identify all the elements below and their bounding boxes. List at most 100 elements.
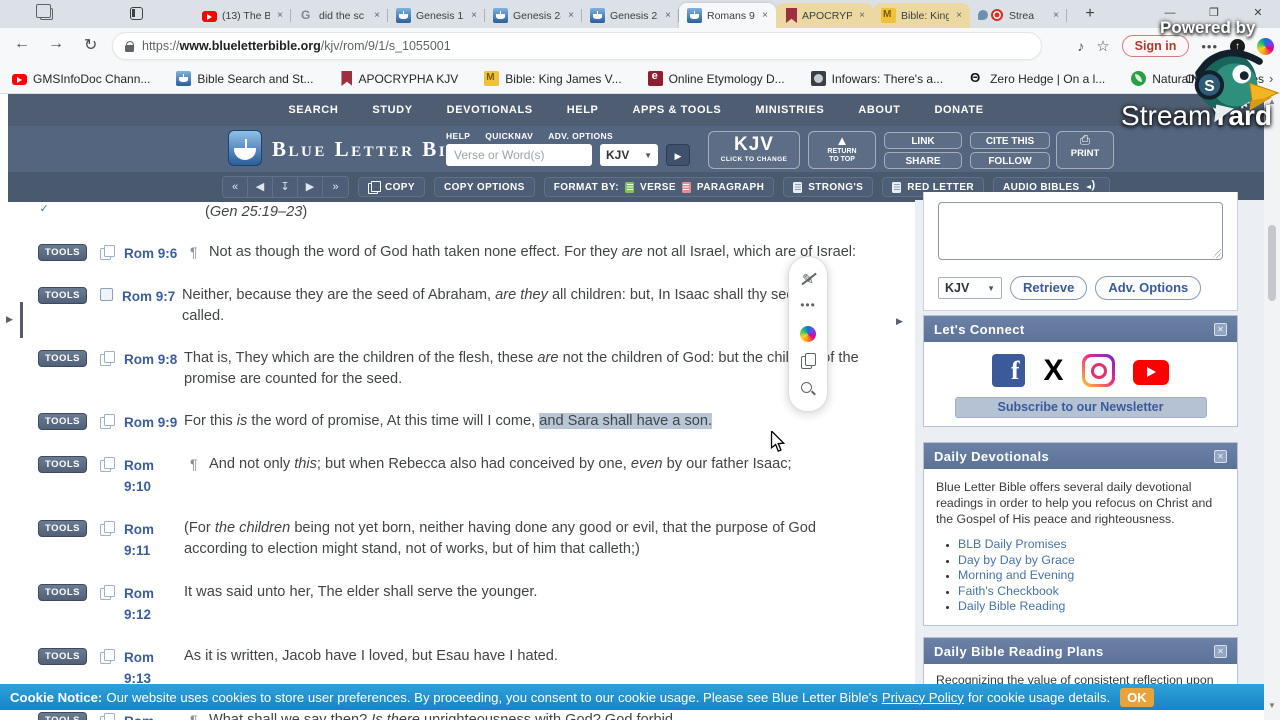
site-nav-item[interactable]: HELP xyxy=(567,104,599,116)
browser-tab[interactable]: Romans 9 xyxy=(679,3,776,28)
tools-button[interactable]: TOOLS xyxy=(38,648,87,665)
copy-verse-icon[interactable] xyxy=(100,585,115,600)
copilot-icon[interactable] xyxy=(1257,37,1274,55)
lock-icon[interactable] xyxy=(125,40,134,52)
forward-icon[interactable]: → xyxy=(48,35,64,53)
devotional-link[interactable]: BLB Daily Promises xyxy=(958,537,1225,553)
strongs-toggle[interactable]: STRONG'S xyxy=(783,177,874,197)
format-verse-button[interactable]: VERSE xyxy=(640,182,676,193)
verse-reference[interactable]: Rom 9:13 xyxy=(124,647,184,689)
devotional-link[interactable]: Day by Day by Grace xyxy=(958,553,1225,569)
browser-tab[interactable]: (13) The B xyxy=(194,3,291,28)
site-nav-item[interactable]: DONATE xyxy=(934,104,983,116)
adv-options-button[interactable]: Adv. Options xyxy=(1095,276,1202,300)
link-button[interactable]: LINK xyxy=(884,132,962,149)
tab-close-icon[interactable] xyxy=(469,10,479,21)
url-field[interactable]: https://www.blueletterbible.org/kjv/rom/… xyxy=(112,32,1042,60)
copy-verse-icon[interactable] xyxy=(100,457,115,472)
follow-button[interactable]: FOLLOW xyxy=(970,152,1050,169)
devotional-link[interactable]: Faith's Checkbook xyxy=(958,584,1225,600)
cite-this-button[interactable]: CITE THIS xyxy=(970,132,1050,149)
bookmark-item[interactable]: GMSInfoDoc Chann... xyxy=(12,72,150,86)
panel-close-icon[interactable]: ✕ xyxy=(1214,322,1227,336)
site-nav-item[interactable]: ABOUT xyxy=(858,104,900,116)
tab-close-icon[interactable] xyxy=(954,10,964,21)
browser-tab[interactable]: Bible: King xyxy=(873,3,970,28)
share-button[interactable]: SHARE xyxy=(884,152,962,169)
verse-reference[interactable]: Rom 9:7 xyxy=(122,286,182,307)
minimize-button[interactable]: — xyxy=(1148,0,1192,26)
tools-button[interactable]: TOOLS xyxy=(38,350,87,367)
verse-nav-button[interactable]: ↧ xyxy=(273,177,298,197)
scroll-down-icon[interactable]: ▼ xyxy=(1264,698,1280,713)
subscribe-newsletter-button[interactable]: Subscribe to our Newsletter xyxy=(954,397,1207,418)
bookmarks-overflow-icon[interactable]: › xyxy=(1269,71,1273,86)
back-icon[interactable]: ← xyxy=(14,35,30,53)
tab-close-icon[interactable] xyxy=(1051,10,1061,21)
scroll-up-icon[interactable]: ▲ xyxy=(1264,94,1280,109)
verse-nav-button[interactable]: » xyxy=(323,177,348,197)
copy-verse-icon[interactable] xyxy=(100,245,115,260)
panel-close-icon[interactable]: ✕ xyxy=(1214,449,1227,463)
verse-nav-button[interactable]: ▶ xyxy=(298,177,323,197)
tab-close-icon[interactable] xyxy=(372,10,382,21)
site-nav-item[interactable]: STUDY xyxy=(372,104,412,116)
search-selection-icon[interactable] xyxy=(799,380,817,398)
copy-verse-icon[interactable] xyxy=(100,521,115,536)
tab-close-icon[interactable] xyxy=(275,10,285,21)
other-favorites-button[interactable]: Other favorites xyxy=(1185,72,1264,86)
bookmark-item[interactable]: Bible: King James V... xyxy=(484,71,622,86)
privacy-policy-link[interactable]: Privacy Policy xyxy=(882,690,964,705)
copy-verse-icon[interactable] xyxy=(100,649,115,664)
tools-button[interactable]: TOOLS xyxy=(38,287,87,304)
browser-tab[interactable]: Genesis 25 xyxy=(582,3,679,28)
favorites-star-icon[interactable]: ☆ xyxy=(1096,37,1109,55)
format-paragraph-button[interactable]: PARAGRAPH xyxy=(697,182,764,193)
copy-selection-icon[interactable] xyxy=(799,352,817,370)
bookmark-item[interactable]: APOCRYPHA KJV xyxy=(339,71,458,86)
site-nav-item[interactable]: MINISTRIES xyxy=(755,104,824,116)
copilot-icon[interactable] xyxy=(800,326,816,342)
version-select[interactable]: KJV ▼ xyxy=(600,144,658,166)
reload-icon[interactable]: ↻ xyxy=(84,35,97,55)
site-nav-item[interactable]: APPS & TOOLS xyxy=(632,104,721,116)
print-button[interactable]: ⎙ PRINT xyxy=(1056,131,1114,169)
tools-button[interactable]: TOOLS xyxy=(38,456,87,473)
panel-close-icon[interactable]: ✕ xyxy=(1214,644,1227,658)
tab-close-icon[interactable] xyxy=(663,10,673,21)
bookmark-item[interactable]: Bible Search and St... xyxy=(176,71,313,86)
blb-logo-icon[interactable] xyxy=(228,130,262,166)
right-panel-expander[interactable]: ▶ xyxy=(896,316,903,327)
retrieve-button[interactable]: Retrieve xyxy=(1010,276,1088,300)
tab-close-icon[interactable] xyxy=(566,10,576,21)
verse-reference[interactable]: Rom 9:8 xyxy=(124,349,184,370)
tools-button[interactable]: TOOLS xyxy=(38,712,87,720)
tab-close-icon[interactable] xyxy=(760,10,770,21)
bookmark-item[interactable]: Infowars: There's a... xyxy=(810,71,943,86)
sign-in-button[interactable]: Sign in xyxy=(1121,35,1190,57)
verse-reference[interactable]: Rom 9:14 xyxy=(124,711,184,720)
settings-menu-icon[interactable]: ••• xyxy=(1201,39,1218,54)
devotional-link[interactable]: Daily Bible Reading xyxy=(958,599,1225,615)
search-go-button[interactable]: ▶ xyxy=(666,144,690,166)
return-to-top-button[interactable]: ▲ RETURN TO TOP xyxy=(808,131,876,169)
browser-tab[interactable]: Strea xyxy=(970,3,1067,28)
quick-link[interactable]: ADV. OPTIONS xyxy=(548,131,613,141)
media-controls-icon[interactable]: ♪ xyxy=(1077,38,1084,54)
copy-verse-icon[interactable] xyxy=(100,713,115,720)
left-panel-expander[interactable]: ▶ xyxy=(6,302,23,338)
bookmark-item[interactable]: Zero Hedge | On a l... xyxy=(969,70,1105,86)
verse-nav-button[interactable]: « xyxy=(223,177,248,197)
copy-options-button[interactable]: COPY OPTIONS xyxy=(433,177,535,197)
browser-tab[interactable]: did the sc xyxy=(291,3,388,28)
copy-verse-icon[interactable] xyxy=(100,351,115,366)
verse-reference[interactable]: Rom 9:11 xyxy=(124,519,184,561)
sidebar-version-select[interactable]: KJV ▼ xyxy=(938,277,1002,299)
verse-nav-button[interactable]: ◀ xyxy=(248,177,273,197)
browser-tab[interactable]: APOCRYPH xyxy=(776,3,873,28)
quick-link[interactable]: QUICKNAV xyxy=(485,131,533,141)
close-button[interactable]: ✕ xyxy=(1236,0,1280,26)
vertical-tabs-icon[interactable] xyxy=(130,7,143,20)
bookmark-item[interactable]: Online Etymology D... xyxy=(647,70,785,86)
tools-button[interactable]: TOOLS xyxy=(38,520,87,537)
